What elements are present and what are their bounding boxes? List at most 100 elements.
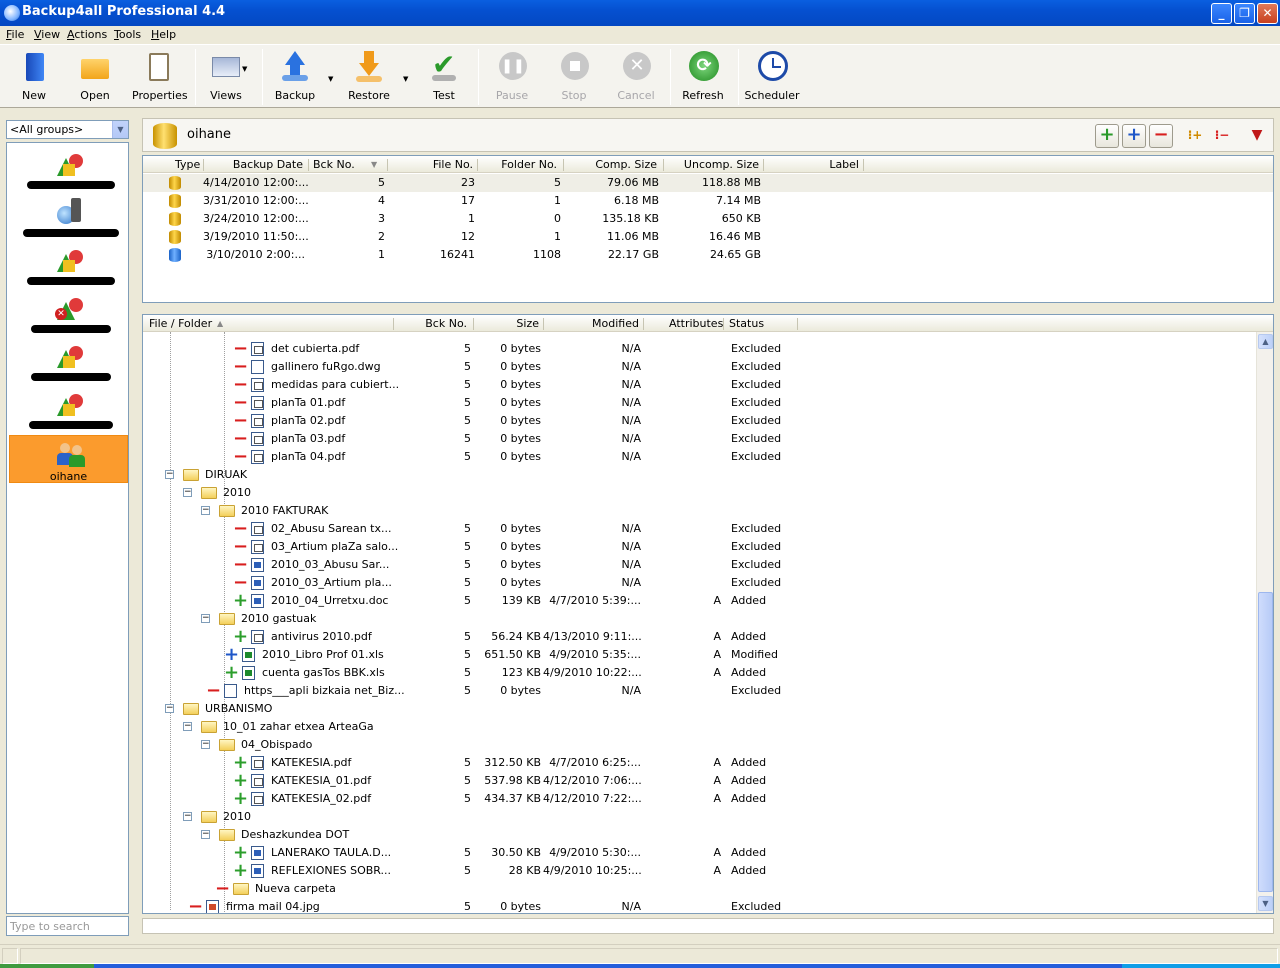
folder-row[interactable]: − URBANISMO	[143, 700, 1257, 718]
col-file-no[interactable]: File No.	[389, 158, 473, 171]
views-button[interactable]: Views ▼	[202, 51, 250, 105]
job-item-active[interactable]: oihane	[9, 435, 128, 483]
backup-row[interactable]: 3/24/2010 12:00:... 3 1 0 135.18 KB 650 KB	[143, 210, 1273, 228]
file-row[interactable]: + LANERAKO TAULA.D... 5 30.50 KB 4/9/2010 5:…	[143, 844, 1257, 862]
open-button[interactable]: Open	[70, 51, 120, 105]
restore-button[interactable]: Restore	[346, 51, 392, 105]
col-type[interactable]: Type	[175, 158, 200, 171]
views-dropdown-icon[interactable]: ▼	[242, 65, 247, 73]
folder-row[interactable]: − 04_Obispado	[143, 736, 1257, 754]
job-item[interactable]	[9, 193, 128, 241]
scroll-down-icon[interactable]: ▼	[1258, 896, 1273, 911]
collapse-toggle-icon[interactable]: −	[201, 830, 210, 839]
file-row[interactable]: + antivirus 2010.pdf 5 56.24 KB 4/13/2010 9:…	[143, 628, 1257, 646]
backup-row[interactable]: 4/14/2010 12:00:... 5 23 5 79.06 MB 118.88 MB	[143, 174, 1273, 192]
close-button[interactable]: ✕	[1257, 3, 1278, 24]
refresh-button[interactable]: ⟳ Refresh	[680, 51, 726, 105]
folder-row[interactable]: − 2010 gastuak	[143, 610, 1257, 628]
backup-row[interactable]: 3/10/2010 2:00:... 1 16241 1108 22.17 GB 24.6…	[143, 246, 1273, 264]
job-item[interactable]	[9, 337, 128, 385]
file-row[interactable]: + REFLEXIONES SOBR... 5 28 KB 4/9/2010 10:25…	[143, 862, 1257, 880]
collapse-toggle-icon[interactable]: −	[201, 614, 210, 623]
minimize-button[interactable]: _	[1211, 3, 1232, 24]
scroll-thumb[interactable]	[1258, 592, 1273, 892]
file-row[interactable]: − 03_Artium plaZa salo... 5 0 bytes N/A Exclu…	[143, 538, 1257, 556]
col-bck-no[interactable]: Bck No.	[313, 158, 355, 171]
col-folder-no[interactable]: Folder No.	[479, 158, 557, 171]
file-row[interactable]: − planTa 02.pdf 5 0 bytes N/A Excluded	[143, 412, 1257, 430]
add-blue-button[interactable]: +	[1122, 124, 1146, 148]
file-row[interactable]: + KATEKESIA.pdf 5 312.50 KB 4/7/2010 6:25:..…	[143, 754, 1257, 772]
job-item[interactable]	[9, 145, 128, 193]
collapse-toggle-icon[interactable]: −	[183, 488, 192, 497]
group-select[interactable]: <All groups> ▼	[6, 120, 129, 139]
file-row[interactable]: − det cubierta.pdf 5 0 bytes N/A Excluded	[143, 340, 1257, 358]
backup-row[interactable]: 3/31/2010 12:00:... 4 17 1 6.18 MB 7.14 MB	[143, 192, 1273, 210]
collapse-toggle-icon[interactable]: −	[183, 722, 192, 731]
backup-dropdown-icon[interactable]: ▼	[328, 75, 333, 83]
file-row[interactable]: − gallinero fuRgo.dwg 5 0 bytes N/A Excluded	[143, 358, 1257, 376]
col-comp-size[interactable]: Comp. Size	[565, 158, 657, 171]
file-row[interactable]: − firma mail 04.jpg 5 0 bytes N/A Excluded	[143, 898, 1257, 913]
collapse-toggle-icon[interactable]: −	[201, 740, 210, 749]
files-scrollbar[interactable]: ▲ ▼	[1256, 332, 1273, 913]
collapse-toggle-icon[interactable]: −	[201, 506, 210, 515]
restore-button[interactable]: ❐	[1234, 3, 1255, 24]
col-label[interactable]: Label	[765, 158, 859, 171]
menu-actions[interactable]: Actions	[67, 28, 107, 41]
file-row[interactable]: + KATEKESIA_02.pdf 5 434.37 KB 4/12/2010 7:2…	[143, 790, 1257, 808]
test-button[interactable]: ✔ Test	[422, 51, 466, 105]
col-attributes[interactable]: Attributes	[669, 317, 723, 330]
new-button[interactable]: New	[10, 51, 58, 105]
chevron-down-icon[interactable]: ▼	[112, 121, 128, 138]
collapse-toggle-icon[interactable]: −	[165, 470, 174, 479]
col-file-folder[interactable]: File / Folder	[149, 317, 212, 330]
collapse-toggle-icon[interactable]: −	[183, 812, 192, 821]
job-item[interactable]: ✕	[9, 289, 128, 337]
file-row[interactable]: − 02_Abusu Sarean tx... 5 0 bytes N/A Exclude…	[143, 520, 1257, 538]
col-modified[interactable]: Modified	[545, 317, 639, 330]
file-row[interactable]: − planTa 01.pdf 5 0 bytes N/A Excluded	[143, 394, 1257, 412]
col-backup-date[interactable]: Backup Date	[205, 158, 303, 171]
file-row[interactable]: − 2010_03_Artium pla... 5 0 bytes N/A Exclude…	[143, 574, 1257, 592]
file-row[interactable]: + KATEKESIA_01.pdf 5 537.98 KB 4/12/2010 7:0…	[143, 772, 1257, 790]
remove-button[interactable]: −	[1149, 124, 1173, 148]
backup-button[interactable]: Backup	[272, 51, 318, 105]
collapse-tree-icon[interactable]: ⁝−	[1210, 124, 1234, 148]
col-bck-no[interactable]: Bck No.	[395, 317, 467, 330]
search-input[interactable]: Type to search	[6, 916, 129, 936]
folder-row[interactable]: − 2010	[143, 808, 1257, 826]
job-item[interactable]	[9, 241, 128, 289]
folder-row[interactable]: − 2010	[143, 484, 1257, 502]
pause-button[interactable]: ❚❚ Pause	[490, 51, 534, 105]
file-row[interactable]: − medidas para cubiert... 5 0 bytes N/A Exclu…	[143, 376, 1257, 394]
folder-row[interactable]: − Nueva carpeta	[143, 880, 1257, 898]
cancel-button[interactable]: ✕ Cancel	[614, 51, 658, 105]
col-uncomp-size[interactable]: Uncomp. Size	[665, 158, 759, 171]
menu-view[interactable]: View	[34, 28, 60, 41]
add-green-button[interactable]: +	[1095, 124, 1119, 148]
file-row[interactable]: +2010_Libro Prof 01.xls 5 651.50 KB 4/9/201…	[143, 646, 1257, 664]
menu-file[interactable]: File	[6, 28, 24, 41]
scheduler-button[interactable]: Scheduler	[744, 51, 800, 105]
file-row[interactable]: − planTa 03.pdf 5 0 bytes N/A Excluded	[143, 430, 1257, 448]
collapse-toggle-icon[interactable]: −	[165, 704, 174, 713]
col-size[interactable]: Size	[475, 317, 539, 330]
col-status[interactable]: Status	[729, 317, 764, 330]
backup-row[interactable]: 3/19/2010 11:50:... 2 12 1 11.06 MB 16.46 MB	[143, 228, 1273, 246]
properties-button[interactable]: Properties	[132, 51, 188, 105]
file-row[interactable]: − planTa 04.pdf 5 0 bytes N/A Excluded	[143, 448, 1257, 466]
folder-row[interactable]: − 10_01 zahar etxea ArteaGa	[143, 718, 1257, 736]
file-row[interactable]: + cuenta gasTos BBK.xls 5 123 KB 4/9/2010 10…	[143, 664, 1257, 682]
filter-icon[interactable]: ▼	[1245, 124, 1269, 148]
expand-tree-icon[interactable]: ⁝+	[1183, 124, 1207, 148]
menu-help[interactable]: Help	[151, 28, 176, 41]
job-item[interactable]	[9, 385, 128, 433]
file-row[interactable]: − https___apli bizkaia net_Biz... 5 0 bytes…	[143, 682, 1257, 700]
stop-button[interactable]: Stop	[552, 51, 596, 105]
file-row[interactable]: +2010_04_Urretxu.doc 5 139 KB 4/7/2010 5:39…	[143, 592, 1257, 610]
menu-tools[interactable]: Tools	[114, 28, 141, 41]
folder-row[interactable]: − Deshazkundea DOT	[143, 826, 1257, 844]
file-row[interactable]: − 2010_03_Abusu Sar... 5 0 bytes N/A Excluded	[143, 556, 1257, 574]
folder-row[interactable]: − DIRUAK	[143, 466, 1257, 484]
